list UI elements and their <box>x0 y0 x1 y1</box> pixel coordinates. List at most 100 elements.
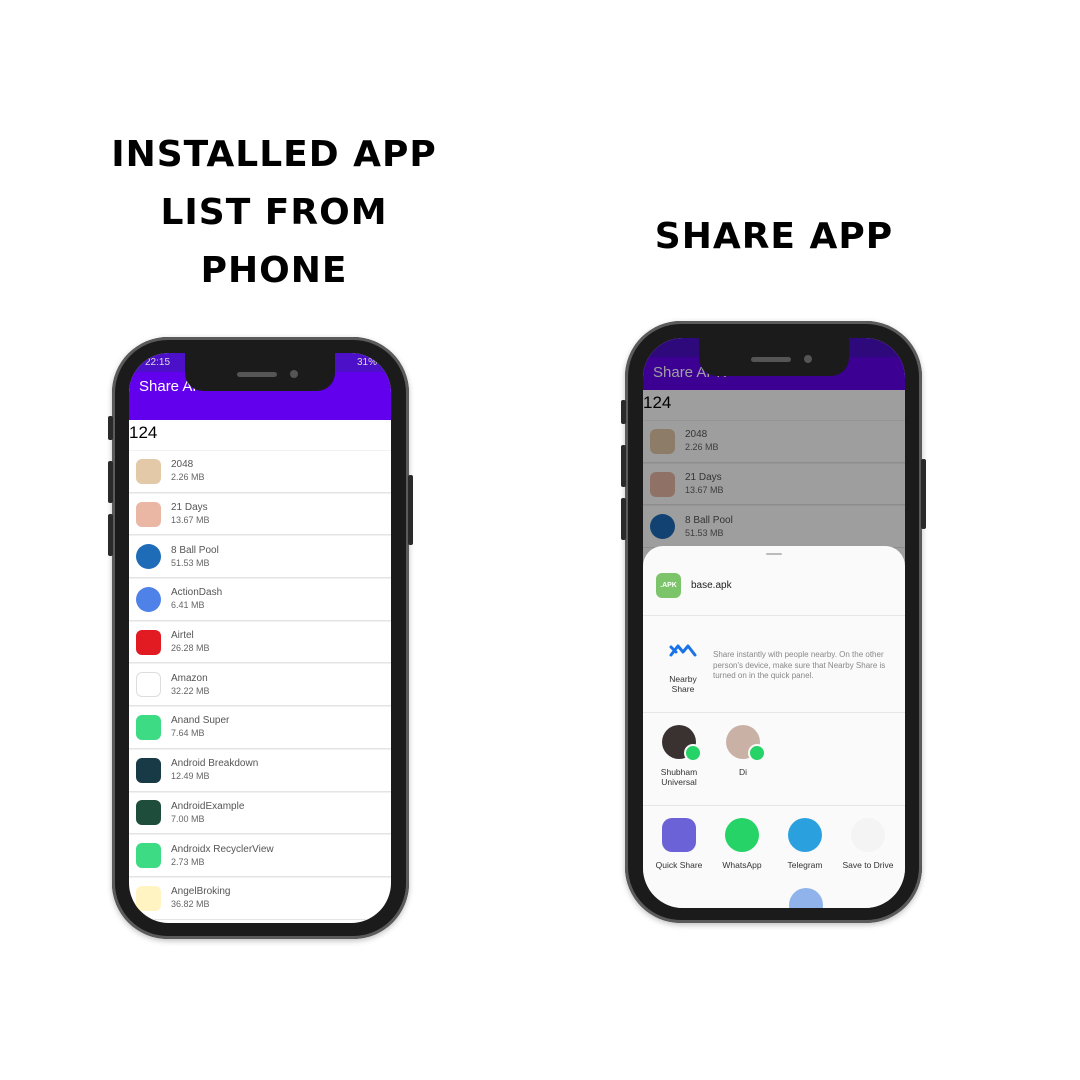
app-list-item[interactable]: Anand Super 7.64 MB <box>129 706 391 749</box>
volume-button <box>621 498 626 540</box>
android-breakdown-icon <box>136 757 161 783</box>
app-size: 26.28 MB <box>171 643 210 654</box>
partial-target-icon <box>789 888 823 908</box>
app-size: 12.49 MB <box>171 771 210 782</box>
nearby-share-description: Share instantly with people nearby. On t… <box>713 650 886 680</box>
nearby-share-section[interactable]: Nearby Share Share instantly with people… <box>643 616 905 713</box>
share-targets: Quick Share WhatsApp Telegram Save to Drive <box>643 806 905 886</box>
share-target-label: Save to Drive <box>842 860 894 870</box>
volume-button <box>108 461 113 503</box>
front-camera <box>804 355 812 363</box>
app-size: 13.67 MB <box>171 515 210 526</box>
contact-di[interactable]: Di <box>719 725 767 777</box>
app-name: Airtel <box>171 630 194 642</box>
battery-level: 31% <box>356 357 377 368</box>
left-headline: Installed App List from Phone <box>60 126 488 300</box>
app-list-item[interactable]: 2048 2.26 MB <box>129 450 391 493</box>
app-list-item[interactable]: Airtel 26.28 MB <box>129 620 391 664</box>
app-list-item[interactable]: Amazon 32.22 MB <box>129 663 391 707</box>
volume-button <box>108 416 113 440</box>
file-header: .APK base.apk <box>643 555 905 616</box>
share-target-label: Quick Share <box>655 860 703 870</box>
left-headline-line: List from <box>160 192 388 233</box>
notch <box>185 353 335 391</box>
share-target-label: WhatsApp <box>722 860 762 870</box>
file-name: base.apk <box>691 580 732 591</box>
app-name: Androidx RecyclerView <box>171 843 274 855</box>
power-button <box>408 475 413 545</box>
app-size: 32.22 MB <box>171 685 210 696</box>
telegram-icon <box>788 818 822 852</box>
google-drive-icon <box>851 818 885 852</box>
airtel-icon <box>136 629 161 655</box>
share-target-label: Telegram <box>787 860 823 870</box>
notch <box>699 338 849 376</box>
app-size: 6.41 MB <box>171 600 205 611</box>
left-headline-line: Installed App <box>111 134 437 175</box>
share-target[interactable]: Telegram <box>777 818 833 870</box>
status-time: 22:15 <box>145 357 171 368</box>
android-icon <box>136 714 161 740</box>
speaker <box>751 357 791 362</box>
volume-button <box>108 514 113 556</box>
app-list-item[interactable]: 21 Days 13.67 MB <box>129 492 391 536</box>
apk-file-icon: .APK <box>656 573 681 598</box>
8-ball-pool-icon <box>136 544 161 570</box>
app-list[interactable]: 2048 2.26 MB 21 Days 13.67 MB 8 Ball Pool 51.… <box>129 450 391 920</box>
app-count: 124 <box>129 423 158 442</box>
app-list-item[interactable]: AndroidExample 7.00 MB <box>129 791 391 835</box>
contact-name: Shubham Universal <box>660 767 698 787</box>
app-list-item[interactable]: Androidx RecyclerView 2.73 MB <box>129 834 391 877</box>
app-name: Anand Super <box>171 715 230 727</box>
direct-share-contacts: Shubham Universal Di <box>643 713 905 806</box>
speaker <box>237 372 277 377</box>
app-size: 7.64 MB <box>171 728 205 739</box>
volume-button <box>621 445 626 487</box>
21-days-icon <box>136 501 161 527</box>
share-target[interactable]: Save to Drive <box>840 818 896 870</box>
nearby-share-label: Nearby Share <box>669 674 697 694</box>
avatar <box>726 725 766 762</box>
android-icon <box>136 843 161 869</box>
contact-name: Di <box>738 767 748 777</box>
app-name: 8 Ball Pool <box>171 544 219 556</box>
app-name: Android Breakdown <box>171 758 259 770</box>
app-size: 51.53 MB <box>171 557 210 568</box>
contact-shubham[interactable]: Shubham Universal <box>655 725 703 787</box>
app-name: 21 Days <box>171 502 208 514</box>
app-name: AngelBroking <box>171 886 231 898</box>
app-name: Amazon <box>171 672 208 684</box>
app-size: 2.26 MB <box>171 472 205 483</box>
app-name: ActionDash <box>171 587 223 599</box>
app-size: 2.73 MB <box>171 856 205 867</box>
angelbroking-icon <box>136 885 161 911</box>
phone-left-screen: 22:15 31% Share APK 124 2048 2.26 MB 21 Da… <box>129 353 391 923</box>
android-example-icon <box>136 800 161 826</box>
volume-button <box>621 400 626 424</box>
share-sheet: .APK base.apk Nearby Share Share instant… <box>643 546 905 908</box>
app-name: AndroidExample <box>171 800 245 812</box>
2048-icon <box>136 458 161 484</box>
share-target[interactable]: Quick Share <box>651 818 707 870</box>
nearby-share-icon <box>668 640 698 662</box>
right-headline: Share App <box>654 216 894 257</box>
app-size: 36.82 MB <box>171 899 210 910</box>
avatar <box>662 725 702 762</box>
app-list-item[interactable]: AngelBroking 36.82 MB <box>129 876 391 920</box>
app-list-item[interactable]: 8 Ball Pool 51.53 MB <box>129 535 391 579</box>
amazon-icon <box>136 672 161 698</box>
left-headline-line: Phone <box>200 250 348 291</box>
app-list-item[interactable]: Android Breakdown 12.49 MB <box>129 748 391 792</box>
power-button <box>921 459 926 529</box>
front-camera <box>290 370 298 378</box>
quick-share-icon <box>662 818 696 852</box>
whatsapp-badge-icon <box>684 744 702 762</box>
whatsapp-badge-icon <box>748 744 766 762</box>
whatsapp-icon <box>725 818 759 852</box>
actiondash-icon <box>136 586 161 612</box>
apk-badge: .APK <box>660 582 677 589</box>
app-list-item[interactable]: ActionDash 6.41 MB <box>129 578 391 621</box>
share-target[interactable]: WhatsApp <box>714 818 770 870</box>
app-name: 2048 <box>171 459 194 471</box>
app-size: 7.00 MB <box>171 813 205 824</box>
